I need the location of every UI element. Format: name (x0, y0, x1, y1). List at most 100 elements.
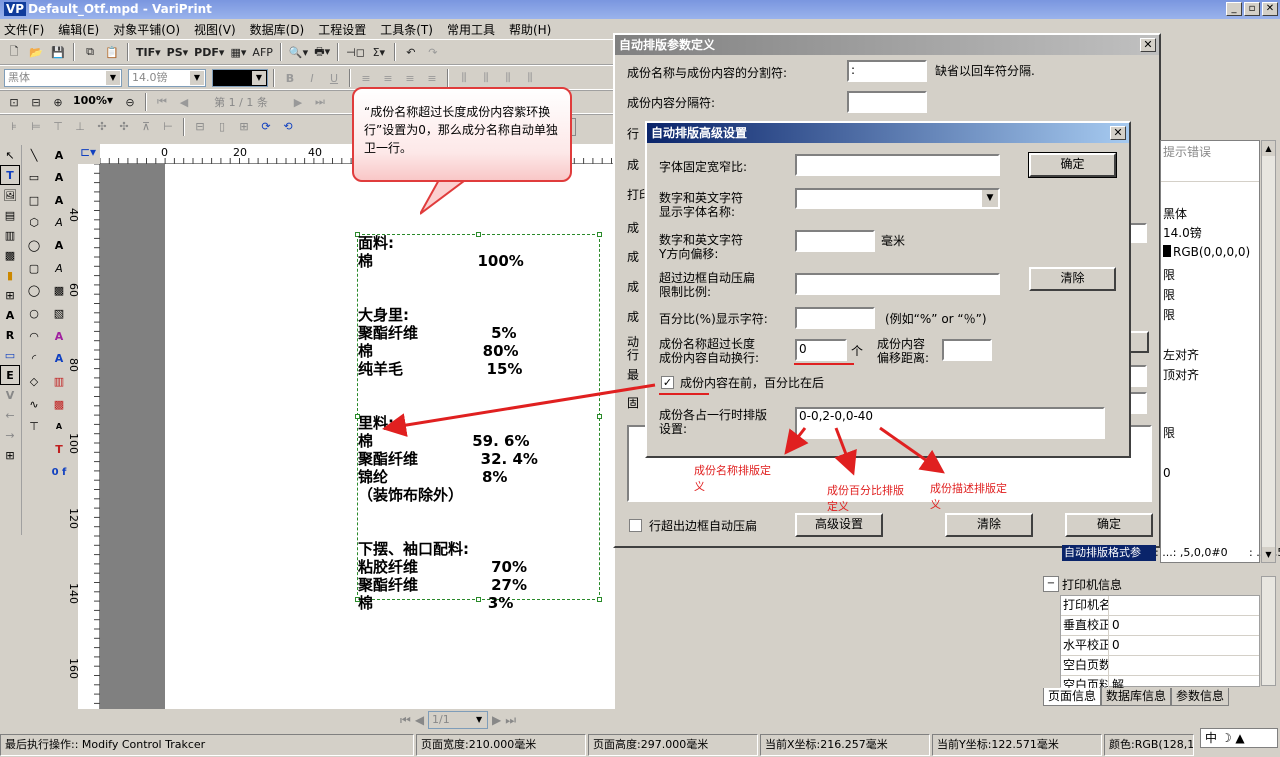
printer-row[interactable]: 空白页数 (1061, 656, 1259, 676)
column-icon[interactable]: ⫼ (454, 68, 474, 88)
e-tool-icon[interactable]: E (0, 365, 20, 385)
fill2-icon[interactable]: ▩ (49, 394, 69, 414)
align-center-icon[interactable]: ≡ (378, 68, 398, 88)
dialog-close-icon[interactable]: ✕ (1110, 126, 1126, 140)
offset-field[interactable] (942, 339, 992, 361)
grid-icon[interactable]: ⊞ (234, 117, 254, 137)
menu-item[interactable]: 常用工具 (447, 21, 495, 38)
first-icon[interactable]: ⏮ (400, 713, 411, 728)
num-y-field[interactable] (795, 230, 875, 252)
distribute3-icon[interactable]: ⊼ (136, 117, 156, 137)
clear-button[interactable]: 清除 (945, 513, 1033, 537)
zoom-select[interactable]: 100% ▼ (70, 93, 118, 111)
menu-item[interactable]: 对象平铺(O) (113, 21, 180, 38)
curve-icon[interactable]: ∿ (24, 394, 44, 414)
fill-icon[interactable]: ▥ (49, 372, 69, 392)
line-icon[interactable]: ╲ (24, 145, 44, 165)
italic-icon[interactable]: I (302, 68, 322, 88)
ellipse-icon[interactable]: ◯ (24, 236, 44, 256)
advanced-settings-button[interactable]: 高级设置 (795, 513, 883, 537)
print-icon[interactable]: 🖶▾ (312, 42, 332, 62)
column3-icon[interactable]: ⫼ (498, 68, 518, 88)
open-icon[interactable]: 📂 (26, 42, 46, 62)
sum-icon[interactable]: Σ▾ (369, 42, 389, 62)
square-icon[interactable]: □ (24, 190, 44, 210)
auto-compress-checkbox[interactable] (629, 519, 642, 532)
wrap-field[interactable]: 0 (795, 339, 847, 361)
afp-button[interactable]: AFP (250, 42, 275, 62)
align-tool-icon[interactable]: ⊧ (4, 117, 24, 137)
text-a-icon[interactable]: A (49, 145, 69, 165)
select-tool-icon[interactable]: ↖ (0, 145, 20, 165)
back-tool-icon[interactable]: ← (0, 405, 20, 425)
text-a4-icon[interactable]: A (49, 213, 69, 233)
rect-icon[interactable]: ▭ (24, 168, 44, 188)
dialog-close-icon[interactable]: ✕ (1140, 38, 1156, 52)
text-a7-icon[interactable]: A (49, 326, 69, 346)
ok-button[interactable]: 确定 (1065, 513, 1153, 537)
tif-button[interactable]: TIF ▾ (134, 42, 163, 62)
font-width-field[interactable] (795, 154, 1000, 176)
separator-field[interactable]: : (847, 60, 927, 82)
paste-icon[interactable]: 📋 (102, 42, 122, 62)
chart-tool-icon[interactable]: ▮ (0, 265, 20, 285)
rounded-rect-icon[interactable]: ▢ (24, 258, 44, 278)
red-t-icon[interactable]: T (49, 440, 69, 460)
tab-param-info[interactable]: 参数信息 (1171, 688, 1230, 706)
text-a2-icon[interactable]: A (49, 168, 69, 188)
hexagon-icon[interactable]: ⬡ (24, 213, 44, 233)
menu-item[interactable]: 视图(V) (194, 21, 236, 38)
align-tool4-icon[interactable]: ⊥ (70, 117, 90, 137)
align-tool2-icon[interactable]: ⊨ (26, 117, 46, 137)
of-icon[interactable]: 0 f (49, 462, 69, 482)
percent-field[interactable] (795, 307, 875, 329)
ruler-corner-icon[interactable]: ⊏▾ (80, 145, 100, 163)
small-a-icon[interactable]: A (49, 417, 69, 437)
arc2-icon[interactable]: ◜ (24, 349, 44, 369)
ok-button[interactable]: 确定 (1028, 152, 1117, 178)
menu-item[interactable]: 文件(F) (4, 21, 44, 38)
clear-button[interactable]: 清除 (1029, 267, 1116, 291)
barcode-icon[interactable]: ▦▾ (228, 42, 248, 62)
printer-row[interactable]: 水平校正 0 (1061, 636, 1259, 656)
arc-icon[interactable]: ◠ (24, 326, 44, 346)
property-scrollbar[interactable]: ▲ ▼ (1261, 140, 1276, 563)
underline-icon[interactable]: U (324, 68, 344, 88)
ab-icon[interactable]: A (49, 349, 69, 369)
qr-tool-icon[interactable]: ▩ (0, 245, 20, 265)
pattern-icon[interactable]: ▩ (49, 281, 69, 301)
last-icon[interactable]: ⏭ (505, 713, 516, 728)
ungroup-icon[interactable]: ▯ (212, 117, 232, 137)
menu-item[interactable]: 工程设置 (318, 21, 366, 38)
menu-item[interactable]: 编辑(E) (58, 21, 99, 38)
rotate-back-icon[interactable]: ⟲ (278, 117, 298, 137)
text-tool-icon[interactable]: T (0, 165, 20, 185)
minimize-button[interactable]: _ (1226, 2, 1242, 16)
ps-button[interactable]: PS ▾ (165, 42, 191, 62)
circle2-icon[interactable]: ○ (24, 304, 44, 324)
first-page-icon[interactable]: ⏮ (152, 92, 172, 112)
align-tool3-icon[interactable]: ⊤ (48, 117, 68, 137)
distribute2-icon[interactable]: ✣ (114, 117, 134, 137)
selected-param[interactable]: 自动排版格式参 (1062, 545, 1156, 561)
grid-tool-icon[interactable]: ⊞ (0, 285, 20, 305)
content-first-checkbox[interactable]: ✓ (661, 376, 674, 389)
fit-width-icon[interactable]: ⊟ (26, 92, 46, 112)
column2-icon[interactable]: ⫼ (476, 68, 496, 88)
zoom-out-icon[interactable]: ⊖ (120, 92, 140, 112)
collapse-icon[interactable]: − (1043, 576, 1059, 592)
text-a5-icon[interactable]: A (49, 236, 69, 256)
prev-icon[interactable]: ◀ (415, 713, 424, 727)
r-tool-icon[interactable]: R (0, 325, 20, 345)
last-page-icon[interactable]: ⏭ (310, 92, 330, 112)
preview-icon[interactable]: 🔍▾ (287, 42, 310, 62)
printer-row[interactable]: 打印机名 (1061, 596, 1259, 616)
pattern2-icon[interactable]: ▧ (49, 304, 69, 324)
menu-item[interactable]: 帮助(H) (509, 21, 551, 38)
text-a3-icon[interactable]: A (49, 190, 69, 210)
text-a6-icon[interactable]: A (49, 258, 69, 278)
layout-tool-icon[interactable]: ⊞ (0, 445, 20, 465)
menu-item[interactable]: 数据库(D) (250, 21, 305, 38)
circle-icon[interactable]: ◯ (24, 281, 44, 301)
bar-tool-icon[interactable]: ▭ (0, 345, 20, 365)
